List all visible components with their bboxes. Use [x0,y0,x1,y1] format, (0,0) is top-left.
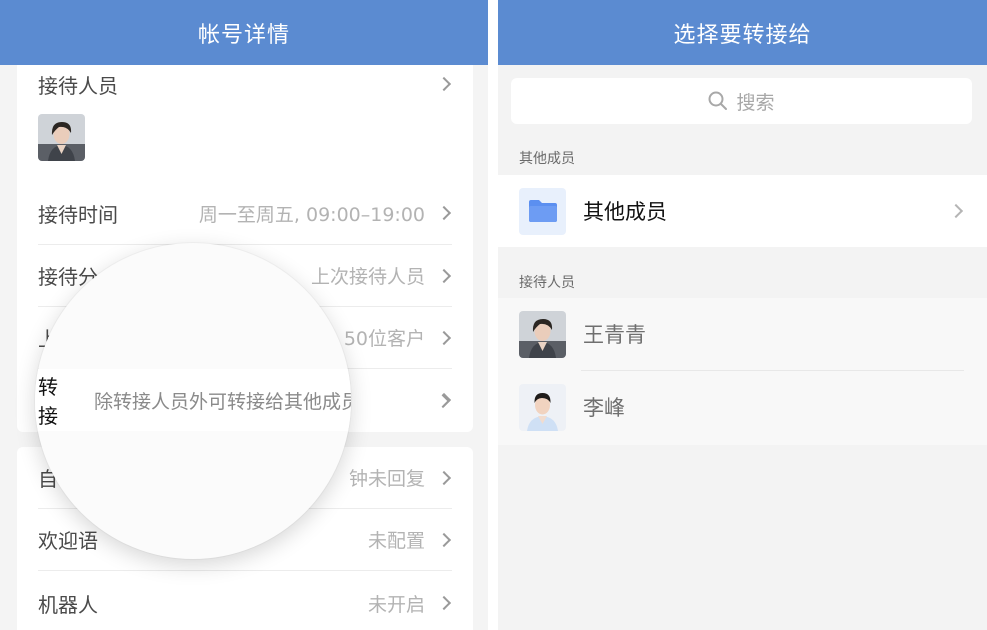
reception-limit-value: 50位客户 [343,328,425,350]
search-icon [708,91,728,110]
chevron-right-icon [436,470,452,485]
chevron-right-icon [436,76,452,92]
member-avatar-female [519,310,566,358]
robot-row[interactable]: 机器人 未开启 [38,572,452,630]
transfer-target-title: 选择要转接给 [498,0,987,65]
reception-time-value: 周一至周五, 09:00–19:00 [198,203,425,226]
robot-label: 机器人 [38,592,98,617]
chevron-right-icon [436,532,452,547]
other-members-item[interactable]: 其他成员 [498,175,987,247]
member-row[interactable]: 王青青 [498,298,987,370]
reception-staff-label: 接待人员 [38,73,118,98]
other-members-label: 其他成员 [583,200,667,224]
chevron-right-icon [436,268,452,283]
auto-reply-value: 钟未回复 [348,468,425,490]
chevron-right-icon [436,595,452,611]
other-members-section-title: 其他成员 [519,151,575,167]
welcome-message-value: 未配置 [367,530,425,552]
folder-tile [519,187,566,235]
member-name: 李峰 [583,396,625,420]
member-avatar-male [519,383,566,431]
reception-member-list: 王青青 李峰 [498,298,987,445]
robot-value: 未开启 [367,593,425,616]
account-detail-panel: 帐号详情 接待人员 接待时间 周一至周五, 09:00–19:00 接待分 上次… [0,0,488,630]
folder-icon [528,200,557,222]
reception-section-title: 接待人员 [519,275,575,291]
search-placeholder: 搜索 [736,91,775,114]
reception-distribution-value: 上次接待人员 [310,266,425,288]
magnifier-lens: 转接 除转接人员外可转接给其他成员 [35,243,351,559]
welcome-message-label: 欢迎语 [38,529,98,553]
transfer-target-panel: 选择要转接给 搜索 其他成员 其他成员 接待人员 王青青 李峰 [498,0,987,630]
member-row[interactable]: 李峰 [498,371,987,443]
staff-avatar-female[interactable] [38,114,85,161]
chevron-right-icon [436,205,452,221]
reception-time-row[interactable]: 接待时间 周一至周五, 09:00–19:00 [38,182,452,245]
magnified-transfer-value: 除转接人员外可转接给其他成员 [94,390,351,413]
chevron-right-icon [948,203,964,219]
reception-staff-row[interactable]: 接待人员 [38,53,452,115]
member-name: 王青青 [583,323,646,347]
search-input[interactable]: 搜索 [511,78,972,124]
reception-time-label: 接待时间 [38,202,118,227]
magnified-transfer-label: 转接 [38,375,58,428]
chevron-right-icon [436,330,452,345]
magnified-transfer-row[interactable]: 转接 除转接人员外可转接给其他成员 [35,369,351,431]
